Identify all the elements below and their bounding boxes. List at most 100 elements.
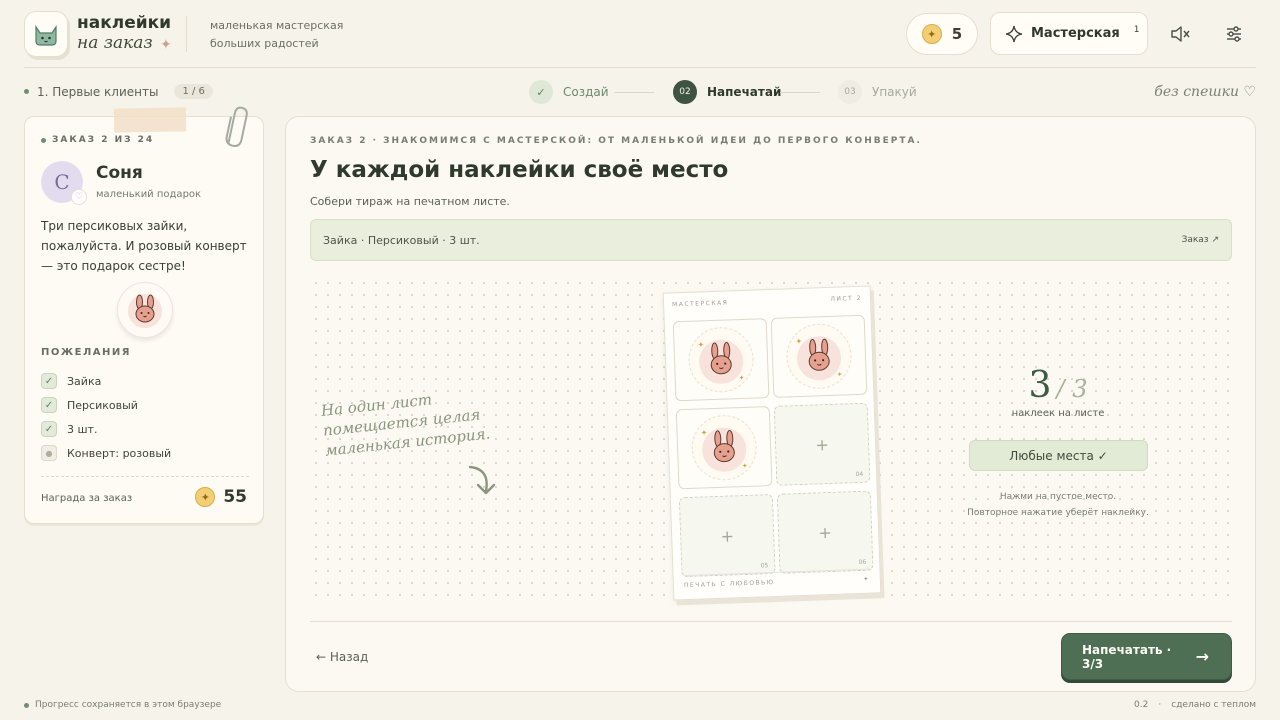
- hint-line-1: Нажми на пустое место.: [999, 492, 1117, 502]
- step-pack-label: Упакуй: [872, 85, 917, 99]
- workshop-badge: 1: [1133, 24, 1140, 35]
- order-summary: Зайка · Персиковый · 3 шт.: [323, 233, 480, 247]
- svg-text:✦: ✦: [837, 370, 843, 378]
- mute-icon[interactable]: [1168, 22, 1192, 46]
- sticker-counter: 3 / 3 наклеек на листе: [968, 365, 1148, 419]
- step-connector: [780, 92, 820, 93]
- settings-sliders-icon[interactable]: [1222, 22, 1246, 46]
- bunny-sticker: ✦ ✦: [691, 415, 757, 481]
- step-pack: 03 Упакуй: [838, 80, 917, 104]
- arrow-right-icon: →: [1195, 647, 1209, 666]
- wish-label: Персиковый: [67, 398, 138, 412]
- sheet-header-left: МАСТЕРСКАЯ: [671, 299, 729, 309]
- client-name: Соня: [96, 163, 143, 183]
- sheet-slot-filled[interactable]: ✦ ✦: [672, 318, 770, 402]
- counter-value: 3: [1028, 365, 1052, 406]
- step-print-label: Напечатай: [707, 85, 782, 99]
- sheet-slot-filled[interactable]: ✦ ✦: [675, 406, 773, 490]
- brand-divider: [186, 16, 187, 52]
- sheet-slot-filled[interactable]: ✦ ✦: [770, 314, 868, 398]
- coins-counter[interactable]: ✦ 5: [906, 13, 978, 55]
- brand-subtitle: на заказ: [77, 33, 153, 53]
- sparkle-outline-icon: [1005, 25, 1023, 42]
- save-status: Прогресс сохраняется в этом браузере: [24, 700, 221, 710]
- order-summary-bar: Зайка · Персиковый · 3 шт. Заказ ↗: [310, 219, 1232, 261]
- step-print[interactable]: 02 Напечатай: [673, 80, 781, 104]
- slot-number: 06: [858, 558, 867, 567]
- client-message: Три персиковых зайки, пожалуйста. И розо…: [41, 219, 247, 273]
- print-sheet: МАСТЕРСКАЯ ЛИСТ 2 ✦ ✦ ✦ ✦ ✦ ✦ + 04 + 05 …: [662, 285, 882, 601]
- placement-hint: Нажми на пустое место. Повторное нажатие…: [958, 489, 1158, 521]
- plus-icon: +: [815, 434, 830, 454]
- wish-item: ✓ Персиковый: [41, 397, 138, 413]
- wish-item: ● Конверт: розовый: [41, 445, 171, 461]
- svg-text:✦: ✦: [795, 337, 802, 346]
- step-create[interactable]: ✓ Создай: [529, 80, 609, 104]
- chapter-title: 1. Первые клиенты: [37, 84, 159, 99]
- step-pack-number: 03: [838, 80, 862, 104]
- sheet-slot-empty[interactable]: + 04: [773, 402, 871, 486]
- chapter-dot: [24, 89, 29, 94]
- plus-icon: +: [818, 522, 833, 542]
- plus-icon: +: [720, 525, 735, 546]
- order-number: ЗАКАЗ 2 ИЗ 24: [41, 135, 154, 145]
- slot-number: 05: [760, 562, 769, 570]
- counter-label: наклеек на листе: [1011, 408, 1105, 419]
- bunny-sticker-preview: [117, 282, 173, 338]
- counter-total: / 3: [1056, 375, 1088, 403]
- tape-decoration: [113, 107, 187, 133]
- bunny-icon: [128, 294, 162, 328]
- order-kicker: ЗАКАЗ 2 · ЗНАКОМИМСЯ С МАСТЕРСКОЙ: ОТ МА…: [310, 136, 922, 146]
- wish-label: 3 шт.: [67, 422, 98, 436]
- status-dot: [24, 702, 29, 708]
- no-rush-toggle[interactable]: без спешки ♡: [1154, 84, 1256, 100]
- heart-icon: ♡: [71, 189, 87, 205]
- sheet-slot-empty[interactable]: + 05: [678, 494, 776, 578]
- chapter-count: 1 / 6: [174, 84, 213, 99]
- workshop-label: Мастерская: [1031, 26, 1120, 41]
- svg-text:✦: ✦: [700, 428, 707, 437]
- step-connector: [614, 92, 654, 93]
- sheet-header: МАСТЕРСКАЯ ЛИСТ 2: [672, 295, 862, 309]
- sheet-header-right: ЛИСТ 2: [830, 294, 863, 303]
- order-dot: [41, 137, 46, 143]
- pending-dot-icon: ●: [41, 445, 57, 461]
- footer-separator: ·: [1158, 700, 1162, 710]
- coins-value: 5: [951, 25, 963, 43]
- panel-divider: [310, 621, 1232, 622]
- card-divider: [41, 476, 249, 477]
- bunny-sticker: ✦ ✦: [688, 327, 754, 393]
- wish-label: Конверт: розовый: [67, 446, 172, 460]
- tagline: маленькая мастерская больших радостей: [210, 17, 343, 53]
- brand-title: наклейки: [77, 13, 172, 33]
- wish-item: ✓ Зайка: [41, 373, 101, 389]
- print-button[interactable]: Напечатать · 3/3 →: [1061, 633, 1232, 680]
- made-with: сделано с теплом: [1171, 700, 1256, 710]
- wish-item: ✓ 3 шт.: [41, 421, 97, 437]
- sheet-slot-empty[interactable]: + 06: [776, 490, 874, 574]
- any-place-button[interactable]: Любые места ✓: [969, 440, 1148, 471]
- client-subtitle: маленький подарок: [96, 189, 202, 200]
- wish-label: Зайка: [67, 374, 102, 388]
- workshop-button[interactable]: Мастерская 1: [990, 12, 1148, 55]
- check-icon: ✓: [41, 373, 57, 389]
- order-link[interactable]: Заказ ↗: [1182, 235, 1219, 245]
- order-number-text: ЗАКАЗ 2 ИЗ 24: [52, 135, 155, 145]
- reward-value: 55: [223, 487, 247, 507]
- back-button[interactable]: ← Назад: [316, 650, 368, 664]
- footer-meta: 0.2 · сделано с теплом: [1134, 700, 1256, 710]
- client-card: ЗАКАЗ 2 ИЗ 24 С ♡ Соня маленький подарок…: [24, 116, 264, 524]
- header-divider: [24, 67, 1256, 68]
- step-create-label: Создай: [563, 85, 609, 99]
- step-print-number: 02: [673, 80, 697, 104]
- save-status-text: Прогресс сохраняется в этом браузере: [35, 700, 222, 710]
- logo-cat-icon[interactable]: [24, 11, 68, 57]
- hint-line-2: Повторное нажатие уберёт наклейку.: [967, 508, 1149, 518]
- curved-arrow-icon: [468, 465, 496, 495]
- tagline-line-2: больших радостей: [210, 37, 319, 50]
- svg-text:✦: ✦: [697, 340, 704, 349]
- sparkle-icon: ✦: [160, 37, 172, 53]
- bunny-sticker: ✦ ✦: [786, 323, 852, 389]
- tagline-line-1: маленькая мастерская: [210, 19, 344, 32]
- main-panel: ЗАКАЗ 2 · ЗНАКОМИМСЯ С МАСТЕРСКОЙ: ОТ МА…: [285, 116, 1256, 692]
